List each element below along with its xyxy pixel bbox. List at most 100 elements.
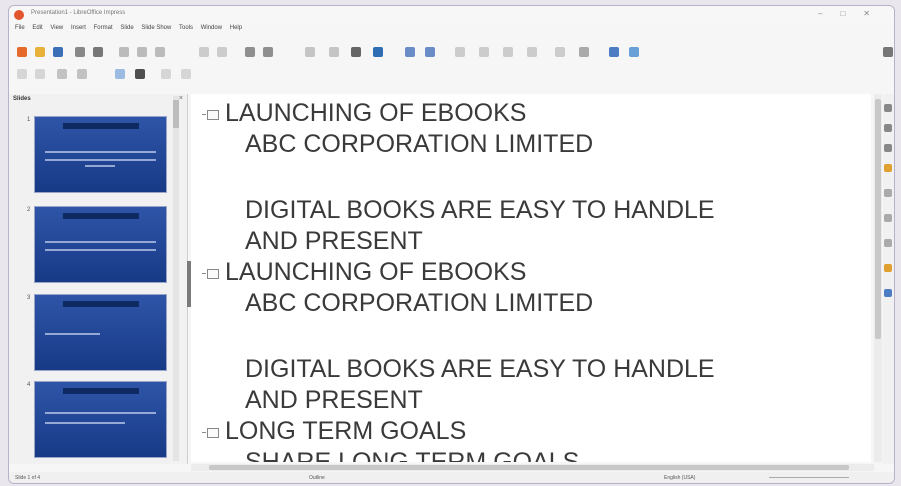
status-bar: Slide 1 of 4 Outline English (USA): [9, 472, 894, 483]
thumb-title: [63, 123, 139, 129]
more-options-icon[interactable]: [883, 47, 893, 57]
thumb-text-line: [45, 159, 156, 161]
thumb-text-line: [45, 412, 156, 414]
grid-icon[interactable]: [305, 47, 315, 57]
status-layout: Outline: [309, 475, 325, 481]
navigator-icon[interactable]: [884, 239, 892, 247]
slide-thumbnail-2[interactable]: 2: [27, 206, 167, 283]
thumb-text-line: [45, 151, 156, 153]
slide-thumbnail-1[interactable]: 1: [27, 116, 167, 193]
thumb-title: [63, 301, 139, 307]
design-icon[interactable]: [884, 289, 892, 297]
horizontal-scrollbar[interactable]: [191, 464, 874, 471]
table-icon[interactable]: [329, 47, 339, 57]
vertical-scrollbar[interactable]: [874, 94, 882, 462]
outline-line[interactable]: DIGITAL BOOKS ARE EASY TO HANDLE: [245, 354, 715, 385]
display-views-icon[interactable]: [629, 47, 639, 57]
gallery-icon[interactable]: [884, 214, 892, 222]
slide-bullet-icon[interactable]: [202, 110, 219, 120]
app-logo-icon: [14, 10, 24, 20]
image-icon[interactable]: [351, 47, 361, 57]
find-icon[interactable]: [245, 47, 255, 57]
slide-transition-icon[interactable]: [884, 124, 892, 132]
menu-edit[interactable]: Edit: [32, 25, 42, 31]
window-controls[interactable]: –□✕: [818, 9, 888, 18]
animation-icon[interactable]: [884, 144, 892, 152]
fontwork-icon[interactable]: [425, 47, 435, 57]
menu-file[interactable]: File: [15, 25, 25, 31]
slideshow-icon[interactable]: [609, 47, 619, 57]
slide-thumbnail-3[interactable]: 3: [27, 294, 167, 371]
title-bar: Presentation1 - LibreOffice Impress –□✕: [9, 6, 894, 24]
slides-pane: Slides × 1 2 3 4: [9, 94, 188, 464]
menu-slideshow[interactable]: Slide Show: [141, 25, 171, 31]
black-white-icon[interactable]: [161, 69, 171, 79]
outline-toolbar: [9, 66, 894, 84]
menu-tools[interactable]: Tools: [179, 25, 193, 31]
first-level-icon[interactable]: [115, 69, 125, 79]
outline-line[interactable]: AND PRESENT: [245, 226, 423, 257]
outline-title[interactable]: LONG TERM GOALS: [225, 416, 466, 447]
menu-format[interactable]: Format: [94, 25, 113, 31]
slide-bullet-icon[interactable]: [202, 428, 219, 438]
lines-icon[interactable]: [479, 47, 489, 57]
shapes-icon[interactable]: [884, 264, 892, 272]
copy-icon[interactable]: [137, 47, 147, 57]
master-slides-icon[interactable]: [884, 164, 892, 172]
outline-title[interactable]: LAUNCHING OF EBOOKS: [225, 257, 526, 288]
arrows-icon[interactable]: [527, 47, 537, 57]
right-sidebar: [883, 94, 894, 464]
menu-view[interactable]: View: [50, 25, 63, 31]
show-all-icon[interactable]: [181, 69, 191, 79]
textbox-icon[interactable]: [405, 47, 415, 57]
outline-view[interactable]: LAUNCHING OF EBOOKS ABC CORPORATION LIMI…: [191, 94, 871, 462]
outline-line[interactable]: SHARE LONG TERM GOALS: [245, 447, 579, 462]
outline-line[interactable]: DIGITAL BOOKS ARE EASY TO HANDLE: [245, 195, 715, 226]
new-icon[interactable]: [17, 47, 27, 57]
vertical-scroll-thumb[interactable]: [875, 99, 881, 339]
status-language[interactable]: English (USA): [664, 475, 695, 481]
close-pane-icon[interactable]: ×: [179, 95, 183, 102]
open-icon[interactable]: [35, 47, 45, 57]
slide-bullet-icon[interactable]: [202, 269, 219, 279]
export-pdf-icon[interactable]: [75, 47, 85, 57]
cut-icon[interactable]: [119, 47, 129, 57]
paste-icon[interactable]: [155, 47, 165, 57]
outline-line[interactable]: AND PRESENT: [245, 385, 423, 416]
demote-icon[interactable]: [17, 69, 27, 79]
move-down-icon[interactable]: [57, 69, 67, 79]
curves-icon[interactable]: [503, 47, 513, 57]
promote-icon[interactable]: [35, 69, 45, 79]
spelling-icon[interactable]: [263, 47, 273, 57]
menu-insert[interactable]: Insert: [71, 25, 86, 31]
standard-toolbar: [9, 44, 894, 62]
thumb-title: [63, 388, 139, 394]
save-icon[interactable]: [53, 47, 63, 57]
menu-window[interactable]: Window: [201, 25, 222, 31]
outline-line[interactable]: ABC CORPORATION LIMITED: [245, 288, 593, 319]
align-icon[interactable]: [555, 47, 565, 57]
zoom-icon[interactable]: [579, 47, 589, 57]
zoom-slider[interactable]: [769, 477, 849, 478]
outline-title[interactable]: LAUNCHING OF EBOOKS: [225, 98, 526, 129]
formatting-on-off-icon[interactable]: [135, 69, 145, 79]
menu-slide[interactable]: Slide: [120, 25, 133, 31]
outline-line[interactable]: ABC CORPORATION LIMITED: [245, 129, 593, 160]
undo-icon[interactable]: [199, 47, 209, 57]
thumb-number: 3: [27, 295, 31, 301]
styles-icon[interactable]: [884, 189, 892, 197]
slide-thumbnail-4[interactable]: 4: [27, 381, 167, 458]
pane-title: Slides: [13, 96, 31, 102]
pane-scroll-thumb[interactable]: [173, 100, 179, 128]
print-icon[interactable]: [93, 47, 103, 57]
menu-help[interactable]: Help: [230, 25, 242, 31]
pane-scrollbar[interactable]: [173, 96, 179, 461]
thumb-title: [63, 213, 139, 219]
chart-icon[interactable]: [373, 47, 383, 57]
properties-icon[interactable]: [884, 104, 892, 112]
redo-icon[interactable]: [217, 47, 227, 57]
app-window: Presentation1 - LibreOffice Impress –□✕ …: [8, 5, 895, 484]
move-up-icon[interactable]: [77, 69, 87, 79]
shapes-icon[interactable]: [455, 47, 465, 57]
horizontal-scroll-thumb[interactable]: [209, 465, 849, 470]
